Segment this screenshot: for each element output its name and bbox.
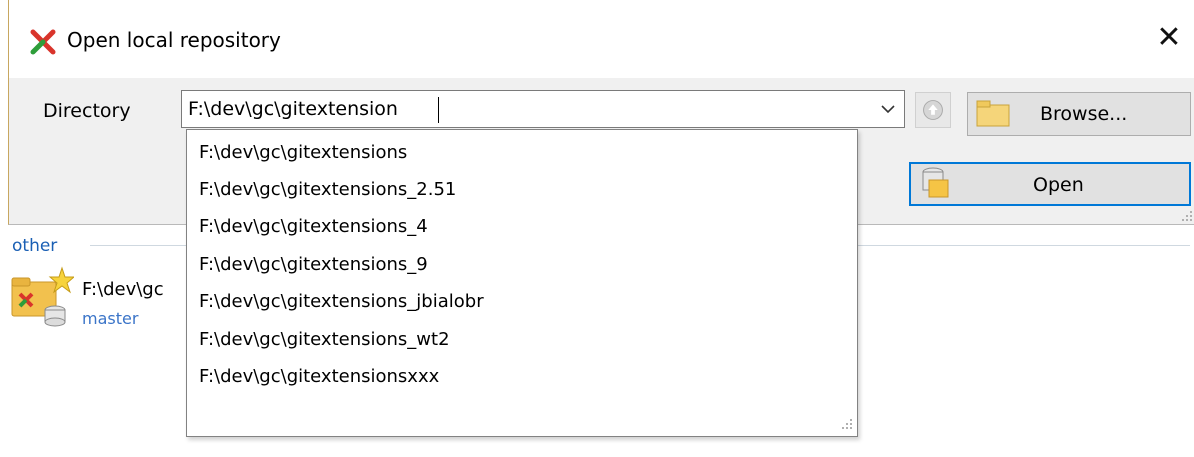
repository-folder-star-icon[interactable] — [10, 266, 74, 328]
repository-path[interactable]: F:\dev\gc — [82, 279, 164, 300]
open-button[interactable]: Open — [909, 162, 1191, 206]
title-bar: Open local repository ✕ — [9, 0, 1194, 78]
text-caret — [438, 97, 439, 123]
suggestion-item[interactable]: F:\dev\gc\gitextensions_2.51 — [199, 179, 456, 200]
directory-input[interactable] — [188, 95, 858, 123]
open-repository-icon — [922, 167, 949, 198]
folder-icon — [976, 100, 1010, 127]
git-extensions-icon — [30, 29, 56, 55]
browse-button[interactable]: Browse... — [967, 92, 1191, 136]
resize-grip-icon[interactable] — [839, 418, 853, 432]
suggestion-item[interactable]: F:\dev\gc\gitextensions_jbialobr — [199, 291, 484, 312]
resize-grip-icon[interactable] — [1181, 210, 1193, 222]
suggestion-item[interactable]: F:\dev\gc\gitextensions_9 — [199, 254, 428, 275]
dialog-title: Open local repository — [67, 28, 281, 52]
repository-branch: master — [82, 309, 139, 328]
chevron-down-icon[interactable] — [876, 97, 900, 121]
close-button[interactable]: ✕ — [1143, 12, 1194, 64]
suggestion-item[interactable]: F:\dev\gc\gitextensions — [199, 142, 407, 163]
group-header-other: other — [12, 236, 58, 256]
directory-combobox[interactable] — [181, 90, 905, 128]
open-button-label: Open — [1033, 174, 1084, 196]
directory-label: Directory — [43, 100, 131, 122]
directory-suggestions-list[interactable]: F:\dev\gc\gitextensions F:\dev\gc\gitext… — [186, 129, 858, 437]
folder-up-icon[interactable] — [915, 92, 951, 128]
browse-button-label: Browse... — [1040, 103, 1128, 125]
suggestion-item[interactable]: F:\dev\gc\gitextensionsxxx — [199, 366, 439, 387]
suggestion-item[interactable]: F:\dev\gc\gitextensions_wt2 — [199, 329, 450, 350]
suggestion-item[interactable]: F:\dev\gc\gitextensions_4 — [199, 216, 428, 237]
